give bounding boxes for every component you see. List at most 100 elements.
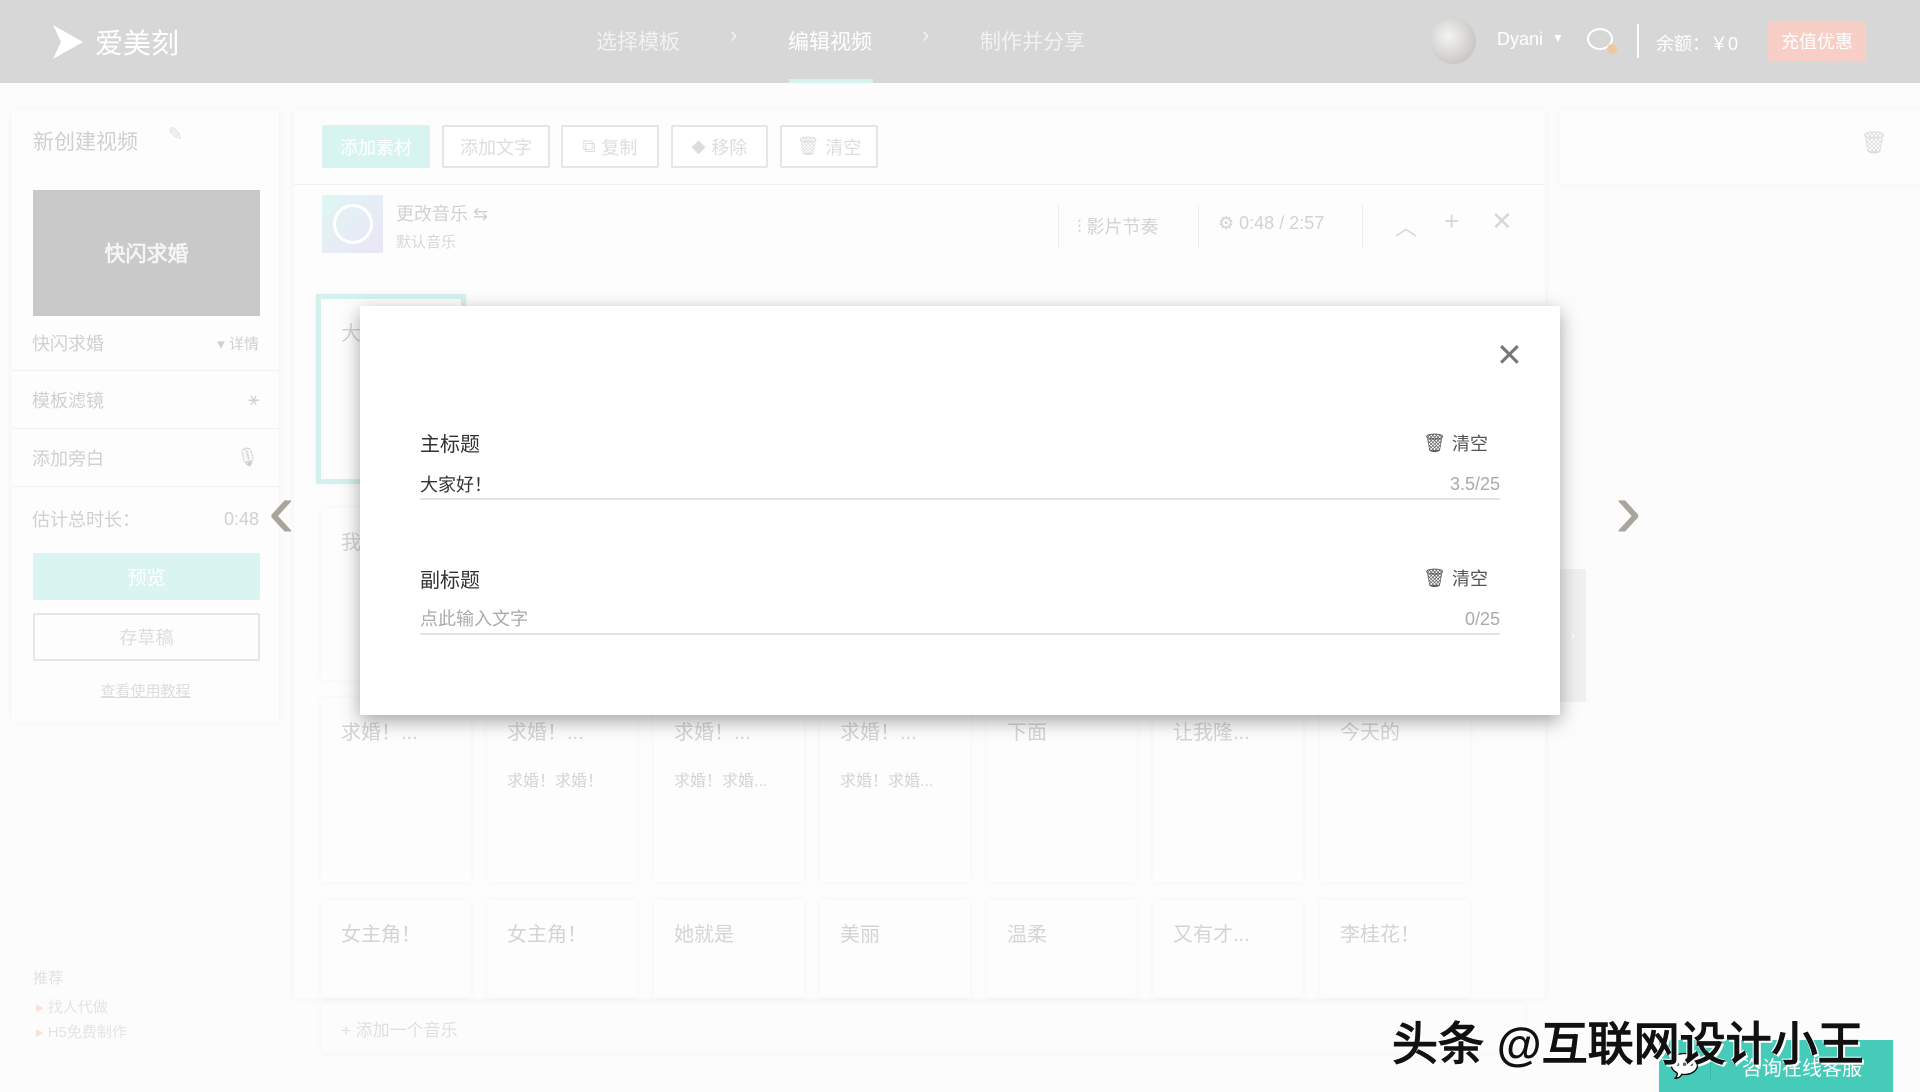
trash-icon: 🗑	[1423, 567, 1446, 588]
filter-row[interactable]: 模板滤镜 ⚹	[12, 371, 279, 429]
card-title: 女主角！	[341, 924, 421, 946]
card-title: 女主角！	[507, 924, 587, 946]
scene-card[interactable]: 让我隆...	[1153, 698, 1303, 882]
watermark: 头条 @互联网设计小王	[1392, 1018, 1864, 1070]
scene-card[interactable]: 又有才...	[1153, 900, 1303, 998]
microphone-icon: 🎙	[236, 447, 259, 467]
tutorial-link[interactable]: 查看使用教程	[12, 680, 279, 701]
main-title-label: 主标题	[420, 434, 480, 456]
details-toggle[interactable]: ▾ 详情	[217, 333, 259, 354]
scene-card[interactable]: 求婚！...	[321, 698, 471, 882]
recommend-heading: 推荐	[33, 970, 64, 987]
card-title: 温柔	[1007, 924, 1047, 946]
trash-icon[interactable]: 🗑	[1860, 130, 1888, 156]
step-make-share[interactable]: 制作并分享	[980, 26, 1085, 56]
project-title[interactable]: 新创建视频	[33, 126, 138, 156]
subtitle-count: 0/25	[1464, 608, 1500, 629]
main-title-field: 3.5/25	[420, 470, 1500, 500]
chat-icon[interactable]	[1587, 28, 1617, 54]
scene-card[interactable]: 美丽	[820, 900, 970, 998]
scene-card[interactable]: 求婚！... 求婚！求婚！	[487, 698, 637, 882]
chevron-right-icon: ›	[730, 22, 738, 47]
recharge-button[interactable]: 充值优惠	[1768, 21, 1866, 61]
add-music-button[interactable]: + 添加一个音乐	[321, 1004, 1525, 1053]
divider	[1637, 24, 1639, 58]
plus-icon[interactable]: +	[1444, 206, 1459, 237]
save-draft-button[interactable]: 存草稿	[33, 613, 260, 661]
music-icon[interactable]	[322, 195, 383, 253]
template-row[interactable]: 快闪求婚 ▾ 详情	[12, 316, 279, 371]
prev-arrow-icon[interactable]: ‹	[268, 470, 295, 550]
card-title: 她就是	[674, 924, 734, 946]
edit-pencil-icon[interactable]: ✎	[168, 124, 183, 145]
scene-card[interactable]: 女主角！	[321, 900, 471, 998]
subtitle-input[interactable]	[420, 608, 1465, 630]
magic-wand-icon: ⚹	[248, 389, 259, 409]
divider	[1058, 205, 1059, 249]
template-name: 快闪求婚	[32, 334, 104, 354]
gear-icon: ⚙	[1218, 213, 1235, 233]
scene-card[interactable]: 李桂花！	[1320, 900, 1470, 998]
scene-card[interactable]: 女主角！	[487, 900, 637, 998]
avatar[interactable]	[1430, 18, 1476, 64]
scene-card[interactable]: 求婚！... 求婚！求婚...	[820, 698, 970, 882]
scene-card[interactable]: 求婚！... 求婚！求婚...	[654, 698, 804, 882]
rhythm-button[interactable]: ⫶ 影片节奏	[1077, 213, 1159, 239]
divider	[1198, 205, 1199, 249]
chevron-up-icon[interactable]: ︿	[1395, 210, 1417, 242]
scroll-right-button[interactable]: ›	[1560, 569, 1586, 702]
preview-button[interactable]: 预览	[33, 553, 260, 600]
logo-text: 爱美刻	[95, 28, 180, 59]
narration-label: 添加旁白	[32, 448, 104, 469]
music-time: ⚙ 0:48 / 2:57	[1218, 213, 1325, 233]
logo[interactable]: 爱美刻	[51, 22, 179, 62]
top-header: 爱美刻 选择模板 › 编辑视频 › 制作并分享 Dyani ▼ 余额：￥0 充值…	[0, 0, 1920, 83]
scene-card[interactable]: 今天的	[1320, 698, 1470, 882]
card-subtitle: 求婚！求婚...	[674, 773, 768, 790]
username[interactable]: Dyani	[1497, 29, 1543, 50]
caret-down-icon[interactable]: ▼	[1552, 31, 1564, 45]
card-title: 美丽	[840, 924, 880, 946]
scene-card[interactable]: 她就是	[654, 900, 804, 998]
copy-button[interactable]: ⧉ 复制	[561, 125, 659, 168]
step-edit-video[interactable]: 编辑视频	[788, 26, 872, 56]
card-subtitle: 求婚！求婚...	[840, 773, 934, 790]
recommend-link[interactable]: ▸ 找人代做	[36, 996, 108, 1017]
logo-icon	[53, 25, 83, 59]
sidebar: 新创建视频 ✎ 快闪求婚 快闪求婚 ▾ 详情 模板滤镜 ⚹ 添加旁白 🎙 估计总时长：…	[12, 110, 279, 722]
change-music-link[interactable]: 更改音乐 ⇆	[396, 200, 488, 226]
scene-card[interactable]: 温柔	[987, 900, 1137, 998]
remove-button[interactable]: ◆ 移除	[671, 125, 768, 168]
main-title-count: 3.5/25	[1449, 473, 1500, 494]
balance: 余额：￥0	[1656, 34, 1739, 54]
card-title: 让我隆...	[1173, 722, 1250, 744]
active-step-underline	[789, 79, 873, 83]
copy-icon: ⧉	[582, 136, 596, 156]
duration-value: 0:48	[223, 508, 259, 529]
recommend-link[interactable]: ▸ H5免费制作	[36, 1021, 127, 1042]
divider	[294, 184, 1545, 185]
add-text-button[interactable]: 添加文字	[442, 125, 550, 168]
sliders-icon: ⫶	[1077, 217, 1082, 237]
card-title: 李桂花！	[1340, 924, 1420, 946]
clear-main-title-button[interactable]: 🗑 清空	[1423, 430, 1488, 456]
filter-label: 模板滤镜	[32, 390, 104, 411]
clear-button[interactable]: 🗑 清空	[780, 125, 878, 168]
step-select-template[interactable]: 选择模板	[596, 26, 680, 56]
card-title: 又有才...	[1173, 924, 1250, 946]
main-title-input[interactable]	[420, 473, 1450, 495]
card-title: 求婚！...	[674, 722, 751, 744]
clear-subtitle-button[interactable]: 🗑 清空	[1423, 565, 1488, 591]
duration-row: 估计总时长： 0:48	[12, 490, 279, 548]
narration-row[interactable]: 添加旁白 🎙	[12, 429, 279, 487]
next-arrow-icon[interactable]: ›	[1615, 470, 1642, 550]
add-material-button[interactable]: 添加素材	[322, 125, 430, 168]
subtitle-field: 0/25	[420, 605, 1500, 635]
close-icon[interactable]: ✕	[1491, 206, 1513, 237]
card-title: 求婚！...	[507, 722, 584, 744]
template-thumbnail[interactable]: 快闪求婚	[33, 190, 260, 316]
subtitle-label: 副标题	[420, 570, 480, 592]
close-icon[interactable]: ✕	[1496, 336, 1523, 374]
duration-label: 估计总时长：	[32, 510, 140, 530]
scene-card[interactable]: 下面	[987, 698, 1137, 882]
